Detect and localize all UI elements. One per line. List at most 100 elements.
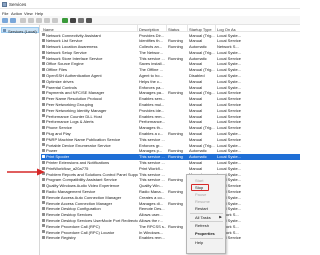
back-arrow-icon[interactable] [2, 18, 8, 23]
services-app-icon [2, 2, 7, 7]
service-name: Program Compatibility Assistant Service [46, 177, 117, 183]
context-menu-item-restart[interactable]: Restart [195, 206, 208, 211]
context-menu-item-refresh[interactable]: Refresh [195, 223, 209, 228]
service-log-on-as: Local Syste... [217, 61, 242, 67]
service-description: Agent to ho... [139, 73, 163, 79]
context-menu-item-label: Start [195, 178, 204, 183]
service-name: Optimize drives [46, 78, 74, 84]
service-startup-type: Automatic [189, 154, 207, 160]
service-status: Running [168, 200, 183, 206]
menu-bar: File Action View Help [0, 9, 300, 16]
service-status: Running [168, 189, 183, 195]
tree-item-services-local[interactable]: Services (Local) [1, 27, 39, 34]
service-description: Enables serv... [139, 96, 166, 102]
stop-service-icon[interactable] [70, 18, 76, 23]
service-description: Manages di... [139, 200, 164, 206]
column-header-log-on-as[interactable]: Log On As [217, 27, 236, 32]
context-menu-item-all-tasks[interactable]: All Tasks [195, 215, 211, 220]
table-row[interactable]: Remote RegistryEnables rem...DisabledLoc… [41, 235, 300, 241]
service-description: This service ... [139, 55, 165, 61]
menu-help[interactable]: Help [35, 11, 43, 16]
column-header-startup-type[interactable]: Startup Type [189, 27, 212, 32]
service-gear-icon [42, 230, 45, 234]
service-startup-type: Manual (Trig... [189, 32, 215, 38]
context-menu-item-help[interactable]: Help [195, 240, 203, 245]
service-description: This service ... [139, 177, 165, 183]
context-menu-item-properties[interactable]: Properties [195, 231, 215, 236]
service-name: PrintWorkflow_a20a775 [46, 165, 89, 171]
service-gear-icon [42, 125, 45, 129]
service-description: Enables a c... [139, 131, 164, 137]
column-header-status[interactable]: Status [168, 27, 179, 32]
service-name: Remote Access Auto Connection Manager [46, 194, 122, 200]
service-startup-type: Manual [189, 165, 203, 171]
service-name: Network Location Awareness [46, 44, 98, 50]
service-description: Saves install... [139, 61, 165, 67]
column-header-description[interactable]: Description [139, 27, 159, 32]
service-name: Network Setup Service [46, 49, 87, 55]
service-gear-icon [42, 96, 45, 100]
service-name: Plug and Play [46, 131, 71, 137]
service-name: Peer Networking Identity Manager [46, 107, 107, 113]
context-menu-item-label: Pause [195, 192, 207, 197]
service-name: Payments and NFC/SE Manager [46, 90, 105, 96]
context-menu-item-stop[interactable]: Stop [195, 185, 203, 190]
service-gear-icon [42, 212, 45, 216]
service-name: Problem Reports and Solutions Control Pa… [46, 171, 138, 177]
export-list-icon[interactable] [44, 18, 50, 23]
column-divider[interactable] [215, 25, 216, 32]
service-description: Enables mul... [139, 102, 165, 108]
pause-service-icon[interactable] [78, 18, 84, 23]
service-name: Remote Registry [46, 235, 76, 241]
service-gear-icon [42, 108, 45, 112]
menu-action[interactable]: Action [11, 11, 22, 16]
service-gear-icon [42, 120, 45, 124]
column-divider[interactable] [137, 25, 138, 32]
service-gear-icon [42, 102, 45, 106]
service-status: Running [168, 55, 183, 61]
refresh-icon[interactable] [36, 18, 42, 23]
service-startup-type: Manual [189, 119, 203, 125]
service-name: Network Store Interface Service [46, 55, 103, 61]
menu-separator [190, 237, 223, 239]
column-header-name[interactable]: Name [43, 27, 54, 32]
service-log-on-as: Local Service [217, 38, 242, 44]
service-description: Allows user... [139, 212, 163, 218]
service-log-on-as: Local Syste... [217, 148, 242, 154]
service-description: Identifies th... [139, 38, 163, 44]
console-tree-icon[interactable] [20, 18, 26, 23]
service-log-on-as: Local Service [217, 113, 242, 119]
forward-arrow-icon[interactable] [10, 18, 16, 23]
service-description: Provides ide... [139, 107, 165, 113]
service-log-on-as: Local Service [217, 55, 242, 61]
service-description: Radio Mana... [139, 189, 164, 195]
tree-item-label: Services (Local) [8, 28, 37, 34]
service-description: This service ... [139, 154, 165, 160]
service-description: Print Workfl... [139, 165, 163, 171]
service-log-on-as: Network S... [217, 44, 239, 50]
service-name: Remote Desktop Services [46, 212, 93, 218]
service-name: Print Spooler [46, 154, 70, 160]
service-gear-icon [42, 195, 45, 199]
service-status: Running [168, 148, 183, 154]
column-divider[interactable] [187, 25, 188, 32]
service-startup-type: Manual [189, 78, 203, 84]
menu-view[interactable]: View [24, 11, 33, 16]
service-name: Portable Device Enumerator Service [46, 142, 111, 148]
context-menu-item-label: Stop [195, 185, 204, 190]
services-list: Name Description Status Startup Type Log… [41, 25, 300, 255]
context-menu-item-label: Properties [195, 231, 215, 236]
start-service-icon[interactable] [62, 18, 68, 23]
properties-icon[interactable] [28, 18, 34, 23]
service-log-on-as: Local Service [217, 107, 242, 113]
service-status: Running [168, 177, 183, 183]
help-icon[interactable] [52, 18, 58, 23]
restart-service-icon[interactable] [86, 18, 92, 23]
title-bar: Services [0, 0, 300, 9]
service-name: Remote Procedure Call (RPC) [46, 223, 100, 229]
menu-file[interactable]: File [2, 11, 8, 16]
service-description: Enforces pa... [139, 84, 164, 90]
column-divider[interactable] [166, 25, 167, 32]
menu-separator [190, 212, 223, 214]
toolbar [0, 16, 300, 25]
